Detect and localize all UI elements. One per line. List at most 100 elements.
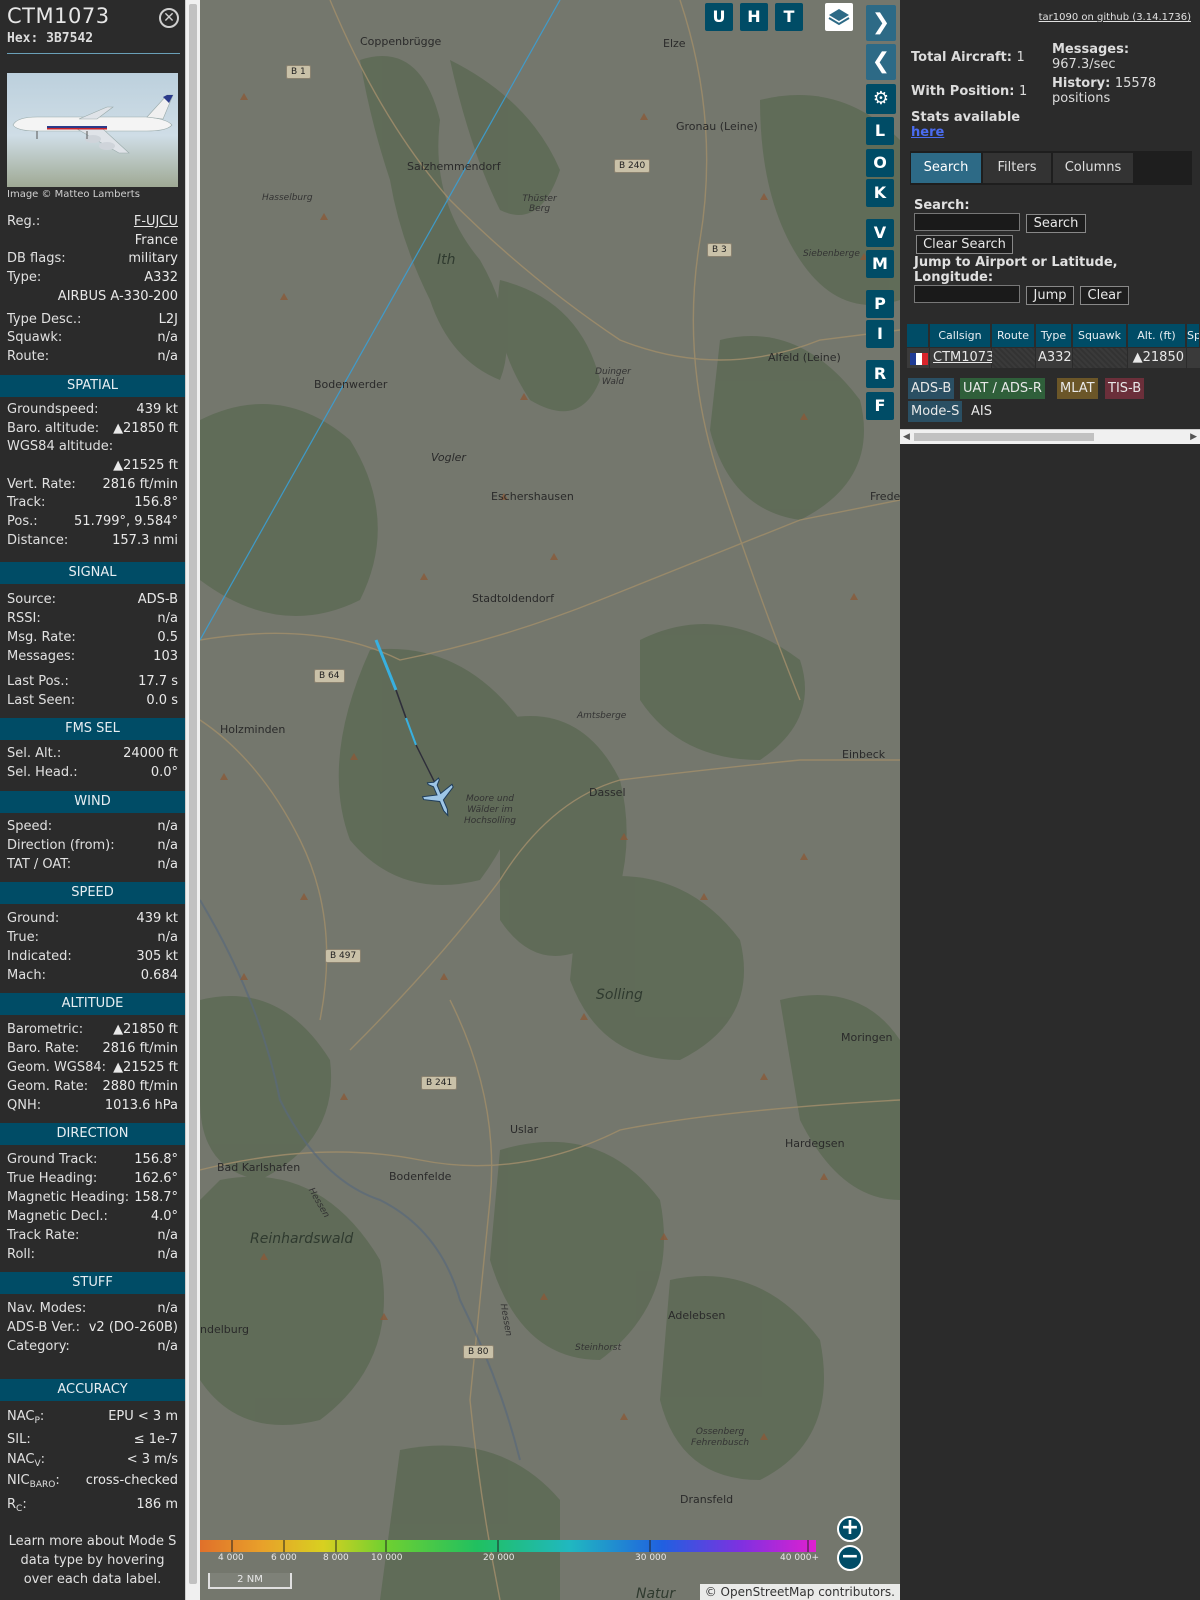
column-type[interactable]: Type (1036, 324, 1072, 347)
toggle-l-button[interactable]: L (866, 117, 894, 145)
clear-search-button[interactable]: Clear Search (916, 235, 1013, 254)
layers-icon[interactable] (825, 3, 853, 31)
source-tag-uat: UAT / ADS-R (960, 378, 1045, 399)
spatial-row: Pos.: 51.799°, 9.584° (7, 514, 178, 529)
detail-row: Route: n/a (7, 349, 178, 364)
stat-with-position: With Position: 1 (911, 84, 1028, 99)
altitude-tick: 20 000 (483, 1553, 515, 1563)
section-speed: SPEED (0, 882, 185, 904)
toggle-t-button[interactable]: T (775, 3, 803, 31)
type-cell: A332 (1036, 348, 1072, 368)
map-canvas (200, 0, 900, 1600)
clear-button[interactable]: Clear (1080, 286, 1129, 305)
place-label: Moore und Wälder im Hochsolling (463, 794, 517, 826)
callsign-cell[interactable]: CTM1073 (930, 348, 994, 368)
place-label: Thüster Berg (522, 194, 557, 214)
column-callsign[interactable]: Callsign (930, 324, 991, 347)
altitude-row: Geom. Rate: 2880 ft/min (7, 1079, 178, 1094)
source-tag-modes: Mode-S (908, 401, 963, 422)
search-label: Search: (914, 198, 970, 213)
zoom-out-button[interactable]: − (837, 1545, 863, 1571)
section-wind: WIND (0, 791, 185, 813)
tab-search[interactable]: Search (911, 153, 981, 183)
github-link[interactable]: tar1090 on github (3.14.1736) (1039, 12, 1191, 23)
place-label: Reinhardswald (250, 1231, 354, 1247)
stuff-row: ADS-B Ver.: v2 (DO-260B) (7, 1320, 178, 1335)
toggle-h-button[interactable]: H (740, 3, 768, 31)
section-direction: DIRECTION (0, 1123, 185, 1145)
search-input[interactable] (914, 213, 1020, 231)
spatial-row: Vert. Rate: 2816 ft/min (7, 477, 178, 492)
chevron-left-icon[interactable]: ❮ (866, 44, 896, 80)
toggle-i-button[interactable]: I (866, 320, 894, 348)
toggle-v-button[interactable]: V (866, 219, 894, 247)
toggle-k-button[interactable]: K (866, 179, 894, 207)
place-label: Amtsberge (577, 711, 627, 721)
speed-row: Mach: 0.684 (7, 968, 178, 983)
signal-row: Source: ADS-B (7, 592, 178, 607)
place-label: Holzminden (220, 723, 286, 736)
column-altitude[interactable]: Alt. (ft) (1128, 324, 1186, 347)
search-button[interactable]: Search (1026, 214, 1086, 233)
altitude-cell: ▲21850 (1128, 348, 1186, 368)
spatial-row: Track: 156.8° (7, 495, 178, 510)
registration-link[interactable]: F-UJCU (134, 213, 178, 231)
detail-row: DB flags: military (7, 251, 178, 266)
accuracy-row: NACP: EPU < 3 m (7, 1409, 178, 1426)
table-horizontal-scrollbar[interactable]: ◀ ▶ (900, 429, 1200, 444)
info-panel-scrollbar[interactable] (185, 0, 200, 1600)
section-stuff: STUFF (0, 1272, 185, 1294)
road-badge: B 3 (707, 243, 732, 257)
source-tag-tisb: TIS-B (1105, 378, 1145, 399)
map-view[interactable]: Coppenbrügge Elze Gronau (Leine) Salzhem… (200, 0, 900, 1600)
aircraft-photo[interactable] (7, 73, 178, 187)
place-label: Siebenberge (803, 249, 860, 259)
sidebar-tabs: Search Filters Columns (910, 151, 1192, 185)
road-badge: B 241 (421, 1076, 458, 1090)
toggle-p-button[interactable]: P (866, 290, 894, 318)
altitude-row: Baro. Rate: 2816 ft/min (7, 1041, 178, 1056)
accuracy-row: RC: 186 m (7, 1497, 178, 1514)
speed-row: Ground: 439 kt (7, 911, 178, 926)
column-flag[interactable] (907, 324, 929, 347)
osm-link[interactable]: OpenStreetMap (721, 1585, 815, 1599)
place-label: Dassel (589, 786, 626, 799)
chevron-right-icon[interactable]: ❯ (866, 5, 896, 41)
road-badge: B 240 (614, 159, 651, 173)
place-label: Eschershausen (491, 490, 574, 503)
tab-filters[interactable]: Filters (983, 153, 1051, 183)
detail-row: Type: A332 (7, 270, 178, 285)
section-spatial: SPATIAL (0, 375, 185, 397)
speed-cell (1187, 348, 1200, 368)
altitude-row: Geom. WGS84: ▲21525 ft (7, 1060, 178, 1075)
toggle-f-button[interactable]: F (866, 392, 894, 420)
source-tag-adsb: ADS-B (908, 378, 955, 399)
toggle-u-button[interactable]: U (705, 3, 733, 31)
signal-row: RSSI: n/a (7, 611, 178, 626)
toggle-m-button[interactable]: M (866, 250, 894, 278)
column-squawk[interactable]: Squawk (1073, 324, 1127, 347)
fms-row: Sel. Head.: 0.0° (7, 765, 178, 780)
toggle-r-button[interactable]: R (866, 360, 894, 388)
column-route[interactable]: Route (992, 324, 1035, 347)
tab-columns[interactable]: Columns (1053, 153, 1133, 183)
altitude-tick: 6 000 (271, 1553, 297, 1563)
jump-button[interactable]: Jump (1026, 286, 1074, 305)
altitude-tick: 4 000 (218, 1553, 244, 1563)
settings-gear-icon[interactable]: ⚙ (866, 84, 896, 114)
stats-link[interactable]: here (911, 125, 944, 140)
column-speed[interactable]: Sp (1187, 324, 1200, 347)
spatial-row: Groundspeed: 439 kt (7, 402, 178, 417)
toggle-o-button[interactable]: O (866, 149, 894, 177)
zoom-in-button[interactable]: + (837, 1516, 863, 1542)
spatial-row: WGS84 altitude: (7, 439, 114, 454)
place-label: Frede (870, 490, 900, 503)
close-icon[interactable]: ✕ (159, 8, 179, 28)
jump-input[interactable] (914, 285, 1020, 303)
road-badge: B 80 (463, 1345, 494, 1359)
place-label: Bodenfelde (389, 1170, 452, 1183)
place-label: Bodenwerder (314, 378, 388, 391)
hex-code: Hex: 3B7542 (7, 31, 94, 46)
stuff-row: Category: n/a (7, 1339, 178, 1354)
detail-row: Type Desc.: L2J (7, 312, 178, 327)
